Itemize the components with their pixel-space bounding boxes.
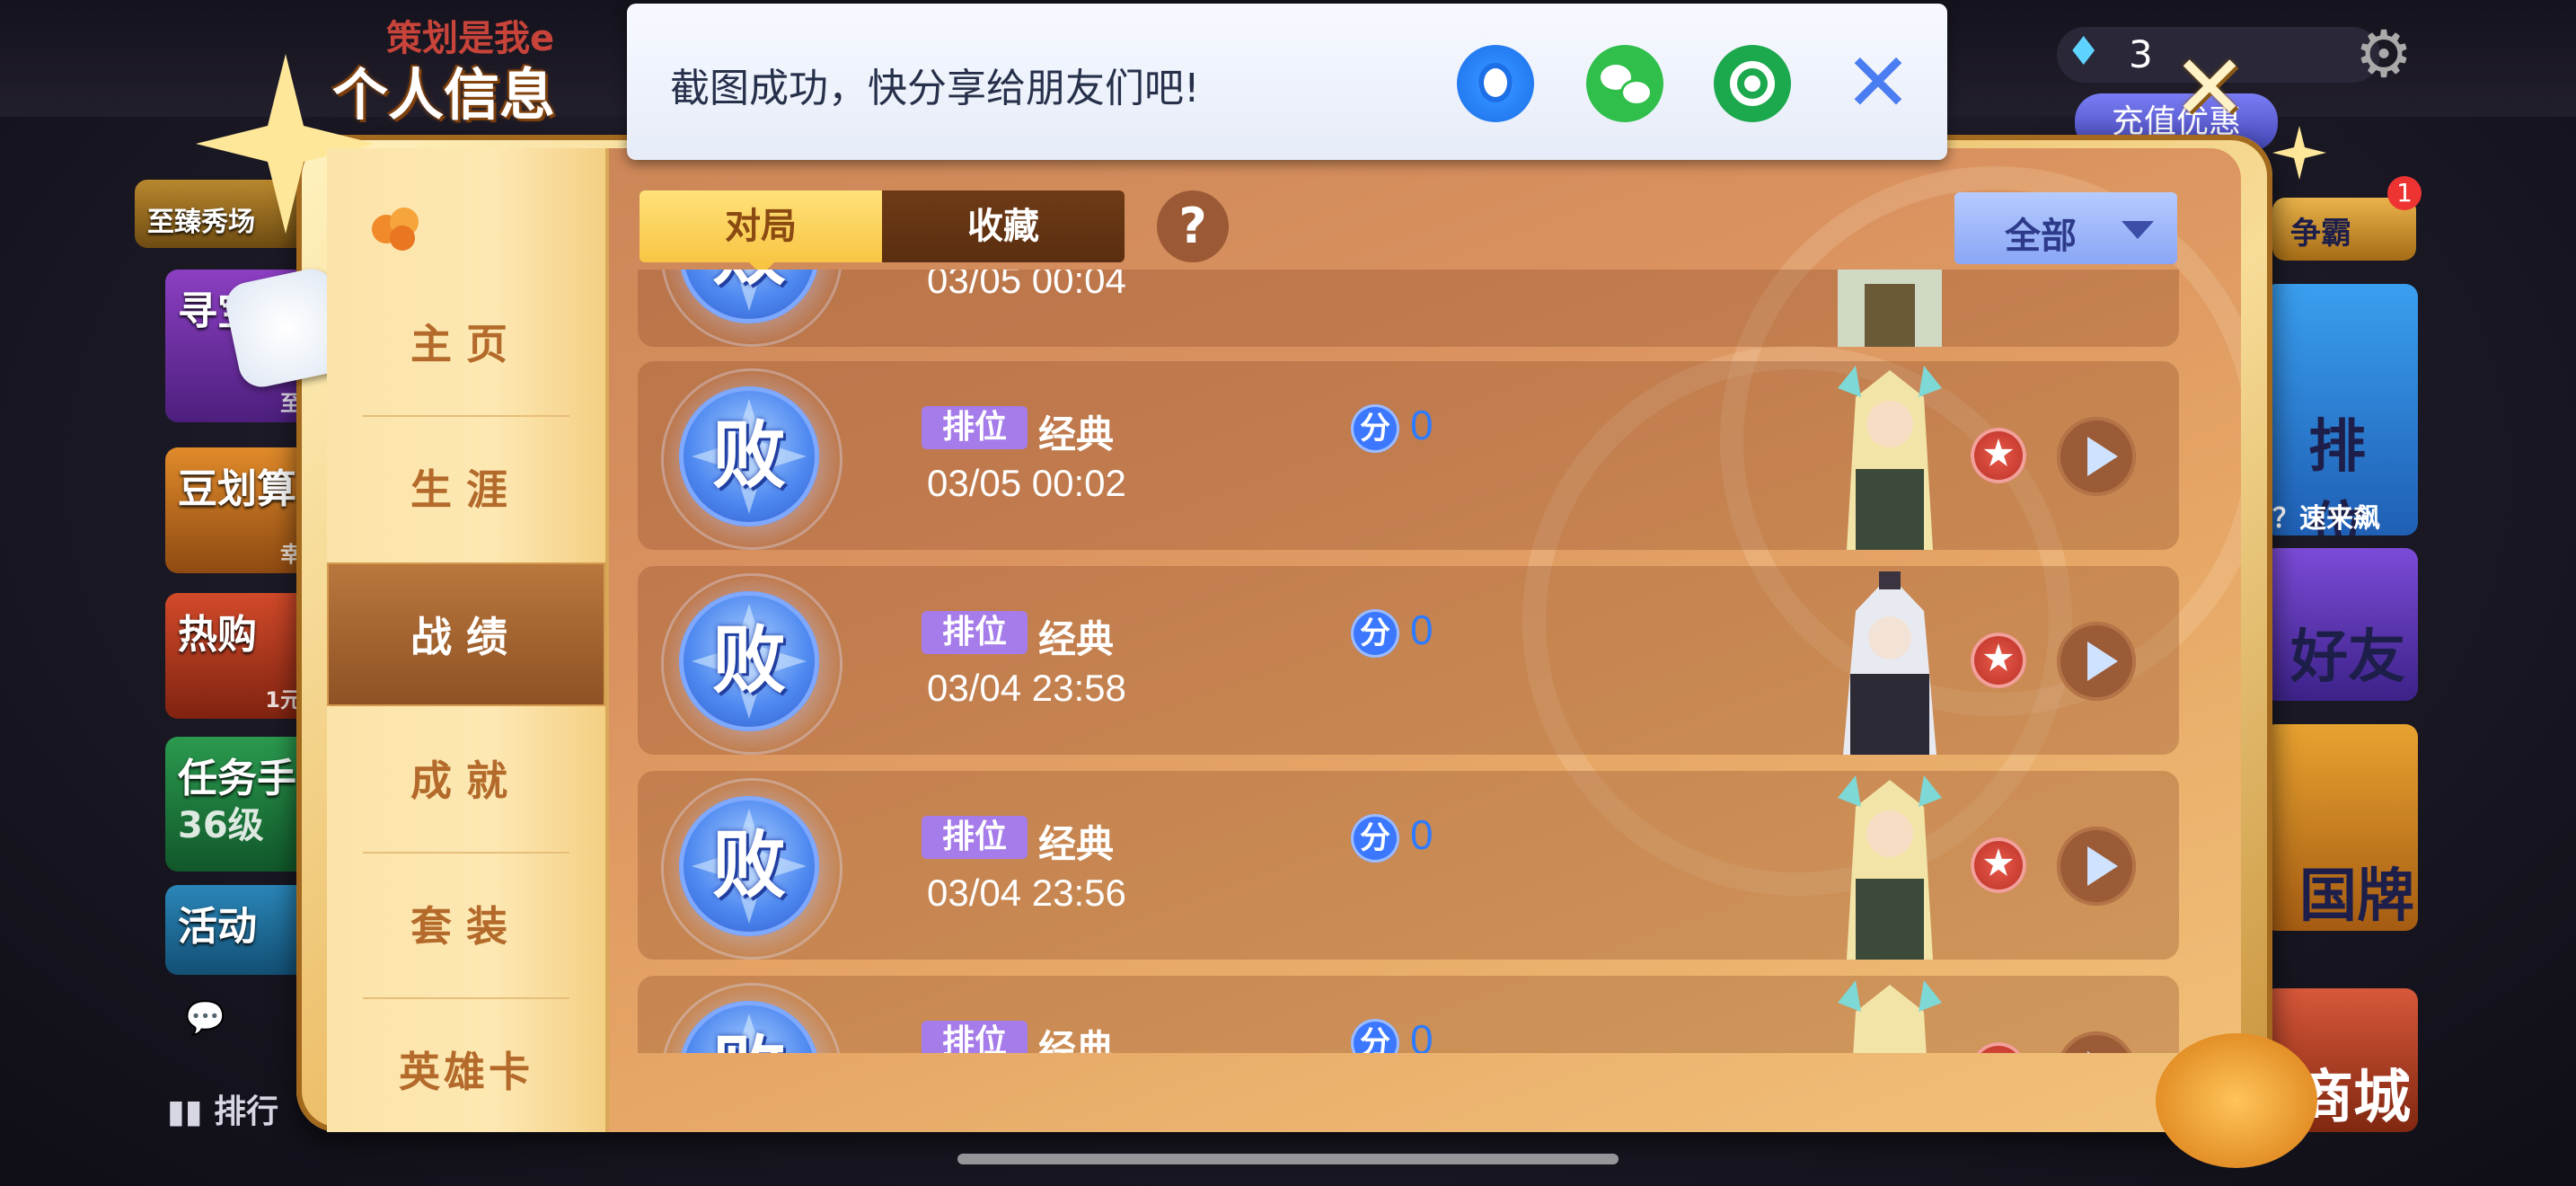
filter-dropdown[interactable]: 全部 — [1954, 192, 2177, 264]
happy-logo-icon — [2156, 1033, 2317, 1168]
match-record-list[interactable]: 败 03/05 00:04 败 排位 经典 03/05 00:02 分 0 败 … — [638, 270, 2179, 1053]
match-record-row[interactable]: 败 03/05 00:04 — [638, 270, 2179, 347]
ranked-tag: 排位 — [922, 816, 1028, 859]
toast-message: 截图成功，快分享给朋友们吧! — [670, 66, 1200, 111]
score-value: 0 — [1410, 402, 1434, 448]
lose-badge: 败 — [661, 778, 842, 960]
sidebar-item-records[interactable]: 战绩 — [327, 562, 605, 706]
game-mode: 经典 — [1038, 617, 1115, 661]
score-icon: 分 — [1351, 1019, 1399, 1053]
score-value: 0 — [1410, 811, 1434, 858]
hero-avatar — [1829, 361, 1951, 550]
ranked-tag: 排位 — [922, 1021, 1028, 1053]
qq-icon[interactable] — [1457, 45, 1534, 122]
match-datetime: 03/05 00:04 — [927, 270, 1126, 301]
favorite-star-button[interactable] — [1971, 428, 2026, 483]
hero-avatar — [1829, 270, 1951, 347]
score-icon: 分 — [1351, 609, 1399, 658]
game-mode: 经典 — [1038, 1027, 1115, 1053]
star-icon — [1983, 643, 2014, 671]
match-record-row[interactable]: 败 排位 经典 03/04 23:58 分 0 — [638, 566, 2179, 755]
match-record-row[interactable]: 败 排位 经典 03/04 23:56 分 0 — [638, 771, 2179, 960]
ranked-tag: 排位 — [922, 611, 1028, 654]
replay-play-button[interactable] — [2057, 827, 2136, 906]
replay-play-button[interactable] — [2057, 417, 2136, 496]
lose-badge: 败 — [661, 983, 842, 1053]
chat-icon[interactable]: 💬 — [185, 999, 225, 1037]
sidebar-logo-icon — [366, 202, 429, 256]
favorite-star-button[interactable] — [1971, 633, 2026, 688]
hero-avatar — [1829, 566, 1951, 755]
replay-play-button[interactable] — [2057, 622, 2136, 701]
star-icon — [1983, 438, 2014, 466]
sidebar-item-achievements[interactable]: 成就 — [327, 706, 605, 850]
lose-badge: 败 — [661, 573, 842, 755]
screenshot-share-toast: 截图成功，快分享给朋友们吧! ✕ — [627, 4, 1947, 160]
play-icon — [2087, 846, 2118, 886]
lobby-card-ranked[interactable]: 排位？速来飙戏！ — [2263, 284, 2418, 535]
hero-avatar — [1829, 976, 1951, 1053]
replay-play-button[interactable] — [2057, 1031, 2136, 1053]
play-icon — [2087, 642, 2118, 681]
match-datetime: 03/04 23:56 — [927, 872, 1126, 914]
rank-icon: ▮▮ — [167, 1093, 215, 1130]
score-value: 0 — [1410, 1016, 1434, 1053]
score-icon: 分 — [1351, 814, 1399, 863]
lose-badge: 败 — [661, 368, 842, 550]
play-icon — [2087, 437, 2118, 476]
sidebar-item-hero-cards[interactable]: 英雄卡 — [327, 997, 605, 1141]
chevron-down-icon — [2122, 221, 2154, 239]
moments-icon[interactable] — [1714, 45, 1791, 122]
home-indicator[interactable] — [957, 1154, 1619, 1164]
match-datetime: 03/05 00:02 — [927, 462, 1126, 504]
close-icon[interactable]: ✕ — [1839, 43, 1917, 124]
rank-label[interactable]: ▮▮ 排行 — [167, 1085, 278, 1132]
match-record-row[interactable]: 败 排位 经典 03/05 00:02 分 0 — [638, 361, 2179, 550]
settings-gear-icon[interactable]: ⚙ — [2350, 20, 2418, 88]
notification-badge: 1 — [2387, 176, 2422, 210]
tab-matches[interactable]: 对局 — [640, 190, 882, 262]
game-mode: 经典 — [1038, 822, 1115, 866]
score-value: 0 — [1410, 606, 1434, 653]
lobby-card-friends[interactable]: 好友开黑 — [2263, 548, 2418, 701]
score-icon: 分 — [1351, 404, 1399, 453]
game-mode: 经典 — [1038, 412, 1115, 456]
sidebar-item-outfits[interactable]: 套装 — [327, 852, 605, 996]
match-datetime: 03/04 23:58 — [927, 667, 1126, 709]
ranked-tag: 排位 — [922, 406, 1028, 449]
play-icon — [2087, 1051, 2118, 1053]
match-record-row[interactable]: 败 排位 经典 分 0 — [638, 976, 2179, 1053]
panel-close-button[interactable]: ✕ — [2165, 43, 2254, 133]
favorite-star-button[interactable] — [1971, 1042, 2026, 1053]
sparkle-decoration-icon — [2272, 126, 2326, 180]
panel-title: 个人信息 — [332, 62, 556, 128]
lose-badge: 败 — [661, 270, 842, 347]
tab-favorites[interactable]: 收藏 — [882, 190, 1125, 262]
lobby-card-national[interactable]: 国牌 — [2263, 724, 2418, 931]
favorite-star-button[interactable] — [1971, 837, 2026, 893]
help-button[interactable]: ? — [1157, 190, 1229, 262]
sidebar-item-career[interactable]: 生涯 — [327, 415, 605, 559]
sidebar-item-home[interactable]: 主页 — [327, 270, 605, 413]
diamond-icon: ♦ — [2066, 29, 2102, 75]
wechat-icon[interactable] — [1586, 45, 1663, 122]
star-icon — [1983, 848, 2014, 876]
hero-avatar — [1829, 771, 1951, 960]
